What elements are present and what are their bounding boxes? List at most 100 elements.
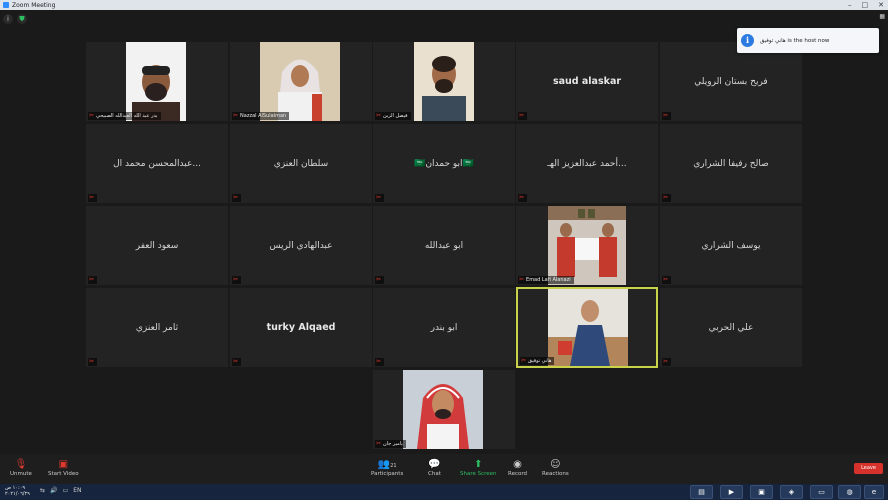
video-tile[interactable]: عبدالهادي الريس ✂ (230, 206, 372, 285)
system-tray: ⇆ 🔊 ▭ EN (40, 487, 81, 494)
video-tile[interactable]: ابو بندر ✂ (373, 288, 515, 367)
close-icon[interactable]: ✕ (878, 1, 884, 9)
participant-video (548, 289, 628, 366)
muted-mic-icon: ✂ (376, 276, 382, 283)
battery-icon[interactable]: ▭ (63, 487, 69, 494)
video-tile[interactable]: سلطان العنزي ✂ (230, 124, 372, 203)
start-video-button[interactable]: ▣ Start Video (48, 458, 79, 477)
participant-label: ✂ (88, 276, 98, 284)
video-gallery: i ⛊ ▦ ✂ بدر عبد الله العبدالله الصبيحي ✂ N… (0, 10, 888, 454)
zoom-logo-icon (3, 2, 9, 8)
notification-text: هاني توفيق is the host now (760, 37, 830, 44)
folder-icon[interactable]: ▭ (810, 485, 833, 499)
participant-name: يوسف الشراري (701, 240, 761, 251)
video-tile[interactable]: علي الحربي ✂ (660, 288, 802, 367)
video-tile[interactable]: عبدالمحسن محمد ال... ✂ (86, 124, 228, 203)
muted-mic-icon: ✂ (376, 440, 382, 447)
window-title: Zoom Meeting (12, 1, 56, 9)
muted-mic-icon: ✂ (519, 112, 525, 119)
participants-button[interactable]: 👥21 Participants (371, 458, 403, 477)
chrome-icon[interactable]: ◍ (838, 485, 861, 499)
video-tile[interactable]: ثامر العنزي ✂ (86, 288, 228, 367)
muted-mic-icon: ✂ (233, 194, 239, 201)
participant-name: ثامر العنزي (135, 322, 179, 333)
video-tile[interactable]: ✂ Emad Lafi Alanazi (516, 206, 658, 285)
video-tile[interactable]: فريح بستان الرويلي ✂ (660, 42, 802, 121)
video-tile[interactable]: saud alaskar ✂ (516, 42, 658, 121)
ie-icon[interactable]: e (864, 485, 884, 499)
participant-label: ✂ فيصل الزبن (375, 112, 411, 120)
leave-button[interactable]: Leave (854, 463, 883, 474)
video-tile[interactable]: ✂ بدر عبد الله العبدالله الصبيحي (86, 42, 228, 121)
participant-label: ✂ (662, 194, 672, 202)
muted-mic-icon: ✂ (376, 194, 382, 201)
video-tile[interactable]: 🇸🇦ابو حمدان🇸🇦 ✂ (373, 124, 515, 203)
active-speaker-tile[interactable]: ✂ هاني توفيق (516, 287, 658, 368)
video-tile[interactable]: ✂ Nazzal AlSulaiman (230, 42, 372, 121)
participant-name: ابو بندر (430, 322, 458, 333)
participant-label: ✂ (662, 276, 672, 284)
video-tile[interactable]: أحمد عبدالعزيز الهـ... ✂ (516, 124, 658, 203)
video-tile[interactable]: ✂ فيصل الزبن (373, 42, 515, 121)
volume-icon[interactable]: 🔊 (50, 487, 57, 494)
system-clock[interactable]: ١٠:٠٩ ص ٢٠٢١/٠٦/٢٩ (5, 485, 30, 497)
reactions-icon: ☺ (550, 459, 561, 470)
participant-video (126, 42, 186, 121)
participant-video (414, 42, 474, 121)
video-tile[interactable]: سعود العفر ✂ (86, 206, 228, 285)
shield-icon[interactable]: ⛊ (17, 14, 27, 24)
video-tile[interactable]: ابو عبدالله ✂ (373, 206, 515, 285)
participant-label: ✂ (518, 194, 528, 202)
info-icon: i (741, 34, 754, 47)
participant-video (548, 206, 626, 285)
participant-name: سعود العفر (135, 240, 179, 251)
participant-label: ✂ Nazzal AlSulaiman (232, 112, 290, 120)
reactions-button[interactable]: ☺ Reactions (542, 458, 569, 477)
window-controls: – □ ✕ (848, 1, 884, 9)
windows-taskbar: ١٠:٠٩ ص ٢٠٢١/٠٦/٢٩ ⇆ 🔊 ▭ EN ▤ ▶ ▣ ◈ ▭ ◍ … (0, 484, 888, 500)
video-tile[interactable]: turky Alqaed ✂ (230, 288, 372, 367)
chat-button[interactable]: 💬 Chat (428, 458, 441, 477)
record-icon: ◉ (513, 459, 522, 470)
muted-mic-icon: ✂ (376, 358, 382, 365)
info-icon[interactable]: i (3, 14, 13, 24)
language-indicator[interactable]: EN (73, 487, 81, 494)
participant-label: ✂ (375, 276, 385, 284)
muted-mic-icon: ✂ (519, 276, 525, 283)
network-icon[interactable]: ⇆ (40, 487, 45, 494)
muted-mic-icon: 🎙 (14, 459, 28, 470)
muted-mic-icon: ✂ (89, 276, 95, 283)
participant-label: ✂ (232, 276, 242, 284)
participant-label: ✂ (88, 194, 98, 202)
muted-mic-icon: ✂ (89, 112, 95, 119)
taskbar-app-icon[interactable]: ▤ (690, 485, 713, 499)
video-tile[interactable]: ✂ يامير جان (373, 370, 515, 449)
participant-label: ✂ (232, 194, 242, 202)
taskbar-app-icon[interactable]: ▣ (750, 485, 773, 499)
participant-name: سلطان العنزي (273, 158, 329, 169)
muted-mic-icon: ✂ (663, 276, 669, 283)
participant-label: ✂ (375, 358, 385, 366)
participant-name: علي الحربي (708, 322, 754, 333)
host-notification: i هاني توفيق is the host now (737, 28, 879, 53)
participant-name: 🇸🇦ابو حمدان🇸🇦 (414, 158, 474, 169)
participant-name: saud alaskar (552, 76, 622, 87)
taskbar-app-icon[interactable]: ◈ (780, 485, 803, 499)
muted-mic-icon: ✂ (233, 112, 239, 119)
unmute-button[interactable]: 🎙 Unmute (10, 458, 32, 477)
record-button[interactable]: ◉ Record (508, 458, 527, 477)
minimize-icon[interactable]: – (848, 1, 852, 9)
share-screen-button[interactable]: ⬆ Share Screen (460, 458, 497, 477)
participant-label: ✂ (88, 358, 98, 366)
meeting-info-icons: i ⛊ (3, 14, 27, 24)
muted-mic-icon: ✂ (663, 358, 669, 365)
muted-mic-icon: ✂ (233, 276, 239, 283)
maximize-icon[interactable]: □ (862, 1, 869, 9)
video-tile[interactable]: صالح رفيفا الشراري ✂ (660, 124, 802, 203)
participant-label: ✂ (662, 112, 672, 120)
zoom-taskbar-icon[interactable]: ▶ (720, 485, 743, 499)
participant-label: ✂ (375, 194, 385, 202)
video-tile[interactable]: يوسف الشراري ✂ (660, 206, 802, 285)
view-options-icon[interactable]: ▦ (879, 13, 885, 20)
participant-label: ✂ (518, 112, 528, 120)
